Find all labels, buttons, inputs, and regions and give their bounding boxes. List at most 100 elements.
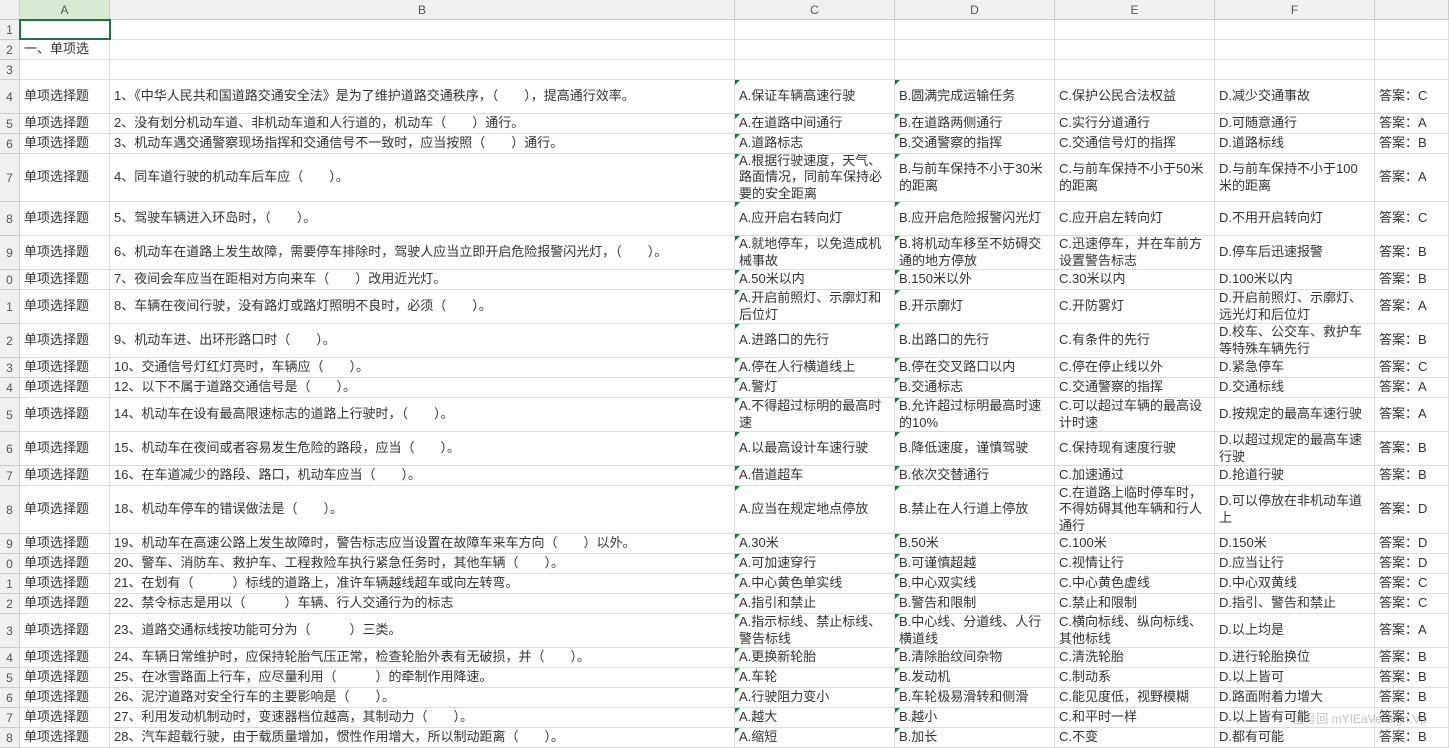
cell[interactable]: 23、道路交通标线按功能可分为（ ）三类。 — [110, 614, 735, 647]
cell[interactable]: 答案：B — [1375, 432, 1449, 465]
cell[interactable]: 18、机动车停车的错误做法是（ ）。 — [110, 486, 735, 533]
row-header[interactable]: 4 — [0, 378, 19, 398]
cell[interactable]: D.按规定的最高车速行驶 — [1215, 398, 1375, 431]
cell[interactable]: 单项选择题 — [20, 668, 110, 687]
cell[interactable]: 答案：B — [1375, 688, 1449, 707]
row-header[interactable]: 7 — [0, 708, 19, 728]
col-header-B[interactable]: B — [110, 0, 735, 19]
cell[interactable]: B.警告和限制 — [895, 594, 1055, 613]
cell[interactable]: 单项选择题 — [20, 688, 110, 707]
cell[interactable] — [110, 60, 735, 79]
cell[interactable]: C.加速通过 — [1055, 466, 1215, 485]
cell[interactable]: D.100米以内 — [1215, 270, 1375, 289]
cell[interactable]: 22、禁令标志是用以（ ）车辆、行人交通行为的标志 — [110, 594, 735, 613]
cell[interactable]: B.交通警察的指挥 — [895, 134, 1055, 153]
row-header[interactable]: 5 — [0, 114, 19, 134]
cell[interactable]: 答案：B — [1375, 708, 1449, 727]
cell[interactable]: C.制动系 — [1055, 668, 1215, 687]
cell[interactable]: D.指引、警告和禁止 — [1215, 594, 1375, 613]
cell[interactable]: B.将机动车移至不妨碍交通的地方停放 — [895, 236, 1055, 269]
select-all-corner[interactable] — [0, 0, 20, 20]
cell[interactable]: C.应开启左转向灯 — [1055, 202, 1215, 235]
row-header[interactable]: 6 — [0, 432, 19, 466]
row-header[interactable]: 3 — [0, 60, 19, 80]
cell[interactable]: 答案：B — [1375, 648, 1449, 667]
cell[interactable]: 9、机动车进、出环形路口时（ ）。 — [110, 324, 735, 357]
cell[interactable]: D.以上皆可 — [1215, 668, 1375, 687]
row-header[interactable]: 9 — [0, 236, 19, 270]
cell[interactable]: 1、《中华人民共和国道路交通安全法》是为了维护道路交通秩序，（ ），提高通行效率… — [110, 80, 735, 113]
cell[interactable]: 答案：B — [1375, 270, 1449, 289]
cell[interactable]: 答案：C — [1375, 80, 1449, 113]
cell[interactable]: D.可以停放在非机动车道上 — [1215, 486, 1375, 533]
cell[interactable]: A.可加速穿行 — [735, 554, 895, 573]
cell[interactable]: 单项选择题 — [20, 708, 110, 727]
cell[interactable]: C.和平时一样 — [1055, 708, 1215, 727]
cell[interactable]: B.与前车保持不小于30米的距离 — [895, 154, 1055, 201]
cell[interactable]: 答案：A — [1375, 614, 1449, 647]
cell[interactable]: B.150米以外 — [895, 270, 1055, 289]
cell[interactable]: D.进行轮胎换位 — [1215, 648, 1375, 667]
cell[interactable]: D.紧急停车 — [1215, 358, 1375, 377]
cell[interactable]: B.应开启危险报警闪光灯 — [895, 202, 1055, 235]
cell[interactable]: A.行驶阻力变小 — [735, 688, 895, 707]
cell[interactable]: 答案：B — [1375, 466, 1449, 485]
cell[interactable]: B.可谨慎超越 — [895, 554, 1055, 573]
cell[interactable]: A.应开启右转向灯 — [735, 202, 895, 235]
cell[interactable] — [1215, 60, 1375, 79]
cell[interactable]: B.禁止在人行道上停放 — [895, 486, 1055, 533]
row-header[interactable]: 4 — [0, 648, 19, 668]
cell[interactable]: B.开示廓灯 — [895, 290, 1055, 323]
cell[interactable]: B.交通标志 — [895, 378, 1055, 397]
cell[interactable]: C.实行分道通行 — [1055, 114, 1215, 133]
cell[interactable]: 答案：C — [1375, 594, 1449, 613]
cell[interactable]: D.道路标线 — [1215, 134, 1375, 153]
cell[interactable]: 答案：D — [1375, 534, 1449, 553]
col-header-A[interactable]: A — [20, 0, 110, 19]
cell[interactable]: D.中心双黄线 — [1215, 574, 1375, 593]
cell[interactable]: 19、机动车在高速公路上发生故障时，警告标志应当设置在故障车来车方向（ ）以外。 — [110, 534, 735, 553]
row-header[interactable]: 8 — [0, 728, 19, 748]
cell[interactable]: A.越大 — [735, 708, 895, 727]
cell[interactable]: 答案：A — [1375, 290, 1449, 323]
cell[interactable] — [20, 60, 110, 79]
cell[interactable]: 5、驾驶车辆进入环岛时，（ ）。 — [110, 202, 735, 235]
cell[interactable] — [110, 40, 735, 59]
row-header[interactable]: 7 — [0, 154, 19, 202]
row-header[interactable]: 1 — [0, 20, 19, 40]
row-header[interactable]: 4 — [0, 80, 19, 114]
cell[interactable]: A.中心黄色单实线 — [735, 574, 895, 593]
cell[interactable]: C.有条件的先行 — [1055, 324, 1215, 357]
cell[interactable]: B.车轮极易滑转和侧滑 — [895, 688, 1055, 707]
cell[interactable]: C.保持现有速度行驶 — [1055, 432, 1215, 465]
cell[interactable]: A.应当在规定地点停放 — [735, 486, 895, 533]
cell[interactable]: 单项选择题 — [20, 290, 110, 323]
cell[interactable]: 单项选择题 — [20, 378, 110, 397]
cell[interactable]: B.出路口的先行 — [895, 324, 1055, 357]
cell[interactable]: C.开防雾灯 — [1055, 290, 1215, 323]
cell[interactable]: D.150米 — [1215, 534, 1375, 553]
cell[interactable]: C.横向标线、纵向标线、其他标线 — [1055, 614, 1215, 647]
cell[interactable]: A.30米 — [735, 534, 895, 553]
cell[interactable]: C.可以超过车辆的最高设计时速 — [1055, 398, 1215, 431]
cell[interactable]: C.与前车保持不小于50米的距离 — [1055, 154, 1215, 201]
cell[interactable]: C.保护公民合法权益 — [1055, 80, 1215, 113]
cell[interactable]: B.允许超过标明最高时速的10% — [895, 398, 1055, 431]
cell[interactable]: B.发动机 — [895, 668, 1055, 687]
cell[interactable]: 27、利用发动机制动时，变速器档位越高，其制动力（ ）。 — [110, 708, 735, 727]
cell[interactable]: D.路面附着力增大 — [1215, 688, 1375, 707]
cell[interactable]: 21、在划有（ ）标线的道路上，准许车辆越线超车或向左转弯。 — [110, 574, 735, 593]
cell[interactable]: 15、机动车在夜间或者容易发生危险的路段，应当（ ）。 — [110, 432, 735, 465]
cell[interactable]: 单项选择题 — [20, 202, 110, 235]
cell[interactable]: C.能见度低，视野模糊 — [1055, 688, 1215, 707]
cell[interactable]: D.不用开启转向灯 — [1215, 202, 1375, 235]
cell[interactable]: D.以超过规定的最高车速行驶 — [1215, 432, 1375, 465]
cell[interactable]: B.依次交替通行 — [895, 466, 1055, 485]
cell[interactable]: A.就地停车，以免造成机械事故 — [735, 236, 895, 269]
cell[interactable]: 4、同车道行驶的机动车后车应（ ）。 — [110, 154, 735, 201]
cell[interactable]: 答案：B — [1375, 668, 1449, 687]
cell[interactable]: C.停在停止线以外 — [1055, 358, 1215, 377]
cell[interactable]: B.降低速度，谨慎驾驶 — [895, 432, 1055, 465]
cell[interactable]: D.以上均是 — [1215, 614, 1375, 647]
row-header[interactable]: 9 — [0, 534, 19, 554]
